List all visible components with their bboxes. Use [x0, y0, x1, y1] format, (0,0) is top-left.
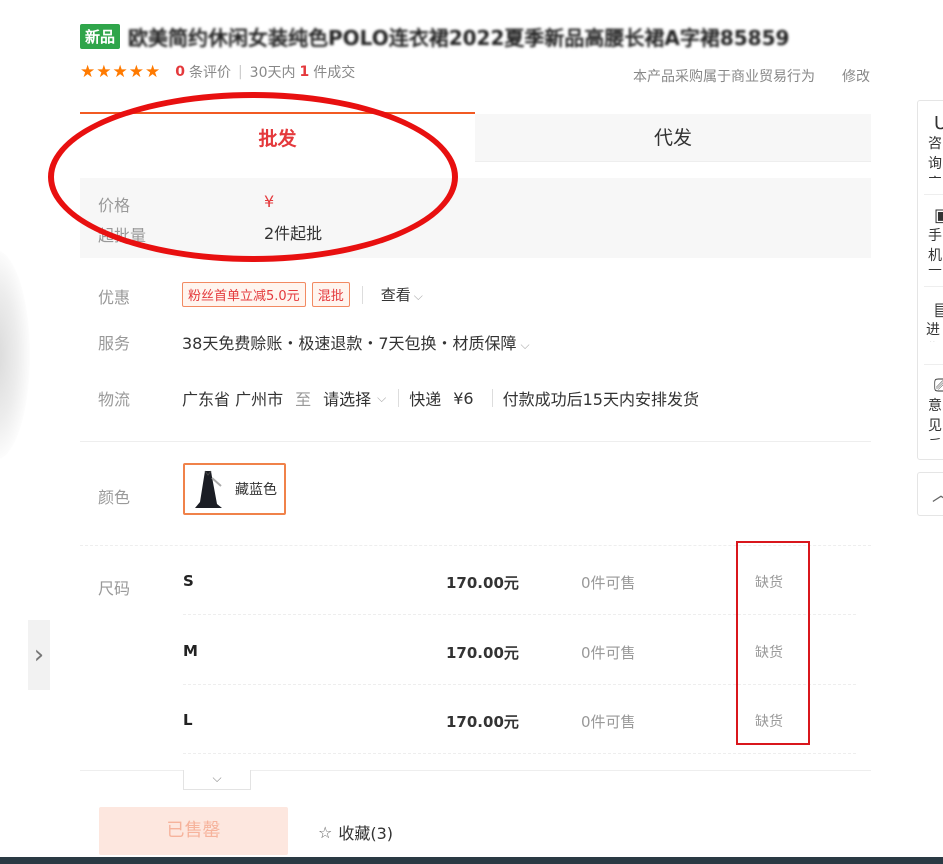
- size-price: 170.00元: [446, 574, 519, 592]
- ship-to-select[interactable]: 请选择: [323, 386, 371, 410]
- qrcode-icon: ▣: [934, 205, 943, 226]
- days-label: 30天内: [249, 65, 296, 81]
- ship-note: 付款成功后15天内安排发货: [502, 390, 699, 409]
- express-label: 快递: [409, 390, 442, 409]
- side-divider: [924, 364, 943, 365]
- chevron-right-icon: ›: [33, 640, 45, 670]
- section-divider: [80, 441, 871, 442]
- promo-tag-fans: 粉丝首单立减5.0元: [182, 282, 306, 307]
- star-outline-icon: ☆: [318, 822, 333, 842]
- chevron-up-icon: ︿: [932, 481, 943, 507]
- ship-to-label: 至: [295, 390, 312, 409]
- side-item-cart[interactable]: ▤ 进货单: [918, 299, 943, 342]
- side-toolbar: ᑌ 咨询客服 ▣ 手机下单 ▤ 进货单 ⎚ 意见反馈: [917, 100, 943, 460]
- rating-divider: |: [237, 64, 243, 80]
- deal-label: 件成交: [313, 65, 356, 81]
- clipboard-icon: ▤: [934, 299, 943, 320]
- chevron-down-icon: ⌵: [520, 338, 530, 352]
- service-info[interactable]: 38天免费赊账・极速退款・7天包换・材质保障 ⌵: [182, 330, 530, 354]
- size-stock: 0件可售: [581, 644, 636, 662]
- color-label: 颜色: [98, 488, 131, 507]
- side-item-mobile-order[interactable]: ▣ 手机下单: [918, 205, 943, 270]
- chevron-down-icon: ⌵: [413, 289, 423, 303]
- side-item-service[interactable]: ᑌ 咨询客服: [918, 113, 943, 178]
- product-title-row: 新品 欧美简约休闲女装纯色POLO连衣裙2022夏季新品高腰长裙A字裙85859: [80, 22, 789, 50]
- back-to-top-button[interactable]: ︿: [917, 472, 943, 516]
- promo-row: 粉丝首单立减5.0元 混批 查看 ⌵: [182, 282, 423, 307]
- bottom-bar: [0, 857, 943, 864]
- image-edge-blur: [0, 250, 30, 460]
- favorite-button[interactable]: ☆ 收藏(3): [318, 820, 393, 844]
- service-text: 38天免费赊账・极速退款・7天包换・材质保障: [182, 334, 517, 353]
- logistics-row: 广东省 广州市 至 请选择 ⌵ 快递 ¥6 付款成功后15天内安排发货: [182, 386, 699, 410]
- size-name: S: [183, 572, 194, 590]
- service-label: 服务: [98, 334, 131, 353]
- sold-out-button: 已售罄: [99, 807, 288, 855]
- logistics-divider: [398, 389, 400, 407]
- annotation-ellipse: [48, 92, 458, 262]
- chevron-down-icon[interactable]: ⌵: [377, 391, 386, 406]
- rating-row: ★★★★★ 0 条评价 | 30天内 1 件成交: [80, 62, 355, 82]
- deal-count: 1: [299, 64, 310, 80]
- promo-view-label: 查看: [380, 286, 411, 304]
- logistics-divider: [491, 389, 493, 407]
- rating-stars-icon: ★★★★★: [80, 62, 162, 82]
- side-divider: [924, 286, 943, 287]
- carousel-prev-button[interactable]: ›: [28, 620, 50, 690]
- color-option-label: 藏蓝色: [235, 482, 277, 498]
- product-title: 欧美简约休闲女装纯色POLO连衣裙2022夏季新品高腰长裙A字裙85859: [128, 25, 790, 50]
- logistics-label: 物流: [98, 390, 131, 409]
- side-divider: [924, 194, 943, 195]
- side-item-feedback[interactable]: ⎚ 意见反馈: [918, 375, 943, 440]
- row-divider: [183, 753, 856, 754]
- tab-dropship[interactable]: 代发: [475, 114, 871, 162]
- size-stock: 0件可售: [581, 713, 636, 731]
- edit-link[interactable]: 修改: [842, 66, 870, 86]
- side-item-label: 手机下单: [928, 228, 942, 270]
- size-price: 170.00元: [446, 644, 519, 662]
- promo-divider: [361, 285, 363, 304]
- trade-note: 本产品采购属于商业贸易行为: [633, 69, 815, 85]
- annotation-rectangle: [736, 541, 810, 745]
- color-option-navy[interactable]: 藏蓝色: [183, 463, 286, 515]
- size-label: 尺码: [98, 579, 131, 598]
- promo-tag-mixed: 混批: [311, 282, 350, 307]
- dress-thumbnail: [191, 468, 225, 510]
- chevron-down-icon: ⌵: [212, 771, 222, 785]
- size-stock: 0件可售: [581, 574, 636, 592]
- side-item-label: 进货单: [926, 322, 940, 338]
- new-badge: 新品: [80, 23, 121, 49]
- express-fee: ¥6: [453, 388, 474, 408]
- review-label[interactable]: 条评价: [189, 62, 231, 82]
- feedback-icon: ⎚: [934, 375, 943, 396]
- expand-sizes-button[interactable]: ⌵: [183, 770, 251, 790]
- size-price: 170.00元: [446, 713, 519, 731]
- promo-view-link[interactable]: 查看 ⌵: [381, 284, 423, 305]
- ship-from: 广东省 广州市: [182, 390, 284, 409]
- promo-label: 优惠: [98, 288, 131, 307]
- size-name: L: [183, 711, 193, 729]
- side-item-label: 咨询客服: [928, 136, 942, 178]
- review-count[interactable]: 0: [175, 64, 185, 80]
- favorite-label: 收藏(3): [338, 824, 394, 843]
- headset-icon: ᑌ: [934, 113, 943, 134]
- size-name: M: [183, 642, 198, 660]
- side-item-label: 意见反馈: [928, 398, 942, 440]
